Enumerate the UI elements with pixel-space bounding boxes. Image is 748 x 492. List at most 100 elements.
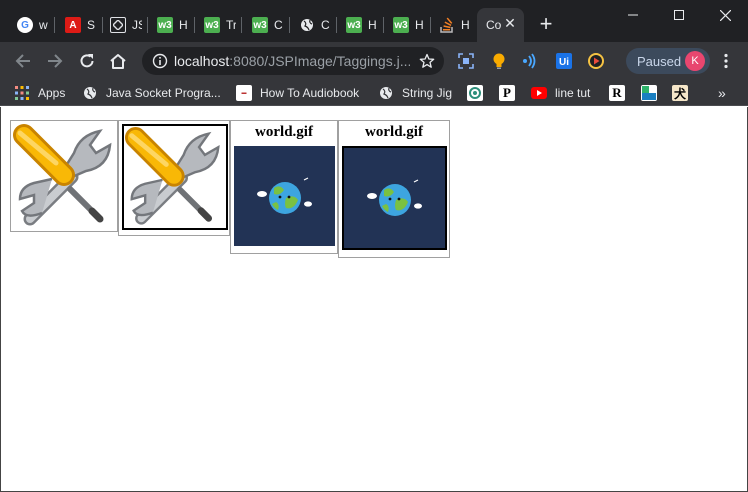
browser-toolbar: localhost:8080/JSPImage/Taggings.j... Ui… <box>0 42 748 80</box>
info-icon[interactable] <box>152 53 168 69</box>
tab-title: C <box>274 18 283 32</box>
bookmark-label: How To Audiobook <box>260 86 360 100</box>
image-card-world: world.gif <box>230 120 338 254</box>
youtube-icon <box>531 85 547 101</box>
bookmark-kanji[interactable]: 犬 <box>672 84 696 102</box>
url-text[interactable]: localhost:8080/JSPImage/Taggings.j... <box>174 53 410 69</box>
page-content: world.gif world.gif <box>0 107 748 492</box>
browser-menu-button[interactable] <box>712 47 740 75</box>
bookmark-java-socket[interactable]: Java Socket Progra... <box>82 84 221 102</box>
w3schools-icon: w3 <box>252 17 268 33</box>
tab-title: S <box>87 18 96 32</box>
tab-title: w <box>39 18 48 32</box>
wave-extension-icon[interactable] <box>522 52 540 70</box>
tab-8[interactable]: w3 H <box>337 8 384 42</box>
w3schools-icon: w3 <box>204 17 220 33</box>
url-path: :8080/JSPImage/Taggings.j... <box>229 53 410 69</box>
close-window-button[interactable] <box>702 0 748 30</box>
tab-4[interactable]: w3 H <box>148 8 195 42</box>
bookmark-line-tut[interactable]: line tut <box>531 84 590 102</box>
tab-title: H <box>461 18 470 32</box>
tab-title: JS <box>132 18 142 32</box>
w3schools-icon: w3 <box>346 17 362 33</box>
tab-title: C <box>321 18 330 32</box>
screenshot-extension-icon[interactable] <box>457 52 475 70</box>
minimize-button[interactable] <box>610 0 656 30</box>
avatar: K <box>685 51 705 71</box>
tab-title: Tr <box>226 18 236 32</box>
tab-1[interactable]: G w <box>8 8 55 42</box>
tab-3[interactable]: JS <box>101 8 148 42</box>
bookmark-blue-square[interactable] <box>641 84 665 102</box>
tab-title: H <box>415 18 424 32</box>
image-card-tools-bordered <box>118 120 230 236</box>
blue-square-icon <box>641 85 657 101</box>
globe-icon <box>82 85 98 101</box>
circle-logo-icon <box>467 85 483 101</box>
google-icon: G <box>17 17 33 33</box>
kebab-menu-icon <box>724 53 728 69</box>
close-tab-icon[interactable]: ✕ <box>502 15 518 31</box>
world-icon <box>344 148 445 248</box>
back-button[interactable] <box>9 47 37 75</box>
bookmark-label: String Jig <box>402 86 453 100</box>
image-caption: world.gif <box>255 124 313 140</box>
globe-icon <box>299 17 315 33</box>
tab-title: H <box>179 18 188 32</box>
bookmark-label: Apps <box>38 86 66 100</box>
tab-7[interactable]: C <box>290 8 337 42</box>
image-card-world-bordered: world.gif <box>338 120 450 258</box>
tab-10[interactable]: H <box>430 8 477 42</box>
audiobook-icon: ▬ <box>236 85 252 101</box>
bookmarks-bar: Apps Java Socket Progra... ▬ How To Audi… <box>0 80 748 106</box>
reload-button[interactable] <box>73 47 101 75</box>
stackoverflow-icon <box>439 17 455 33</box>
play-extension-icon[interactable] <box>587 52 605 70</box>
tools-icon <box>124 126 220 225</box>
bookmark-p-logo[interactable]: P <box>499 84 523 102</box>
world-icon <box>234 146 335 246</box>
svg-text:Ui: Ui <box>559 57 569 68</box>
w3schools-icon: w3 <box>157 17 173 33</box>
tab-5[interactable]: w3 Tr <box>195 8 242 42</box>
diamond-icon <box>110 17 126 33</box>
maximize-icon <box>674 10 684 20</box>
p-logo-icon: P <box>499 85 515 101</box>
close-icon <box>719 9 731 21</box>
address-bar[interactable]: localhost:8080/JSPImage/Taggings.j... <box>142 47 444 75</box>
home-button[interactable] <box>104 47 132 75</box>
forward-arrow-icon <box>48 54 63 68</box>
apps-grid-icon <box>14 85 30 101</box>
bookmarks-overflow-button[interactable]: » <box>718 84 726 102</box>
tab-title: H <box>368 18 377 32</box>
paused-label: Paused <box>637 53 682 69</box>
tab-9[interactable]: w3 H <box>384 8 431 42</box>
ui-extension-icon[interactable]: Ui <box>555 52 573 70</box>
maximize-button[interactable] <box>656 0 702 30</box>
angular-icon: A <box>65 17 81 33</box>
new-tab-button[interactable]: + <box>535 13 557 35</box>
tools-icon <box>13 124 112 226</box>
home-icon <box>110 54 126 69</box>
image-caption: world.gif <box>365 124 423 140</box>
r-logo-icon: R <box>609 85 625 101</box>
forward-button[interactable] <box>41 47 69 75</box>
bookmark-apps[interactable]: Apps <box>14 84 65 102</box>
url-host: localhost <box>174 53 230 69</box>
bookmark-star-icon[interactable] <box>419 53 435 69</box>
bookmark-label: Java Socket Progra... <box>106 86 221 100</box>
bookmark-how-to-audiobook[interactable]: ▬ How To Audiobook <box>236 84 359 102</box>
tab-title: Co <box>486 18 502 32</box>
bookmark-r-logo[interactable]: R <box>609 84 633 102</box>
reload-icon <box>80 54 94 68</box>
globe-icon <box>378 85 394 101</box>
image-frame <box>342 146 447 250</box>
bookmark-string-jig[interactable]: String Jig <box>378 84 452 102</box>
lightbulb-extension-icon[interactable] <box>490 52 508 70</box>
tab-2[interactable]: A S <box>56 8 103 42</box>
tab-6[interactable]: w3 C <box>243 8 290 42</box>
minimize-icon <box>628 14 638 16</box>
profile-paused-button[interactable]: Paused K <box>626 48 710 74</box>
bookmark-circle-logo[interactable] <box>467 84 491 102</box>
bookmark-label: line tut <box>555 86 591 100</box>
